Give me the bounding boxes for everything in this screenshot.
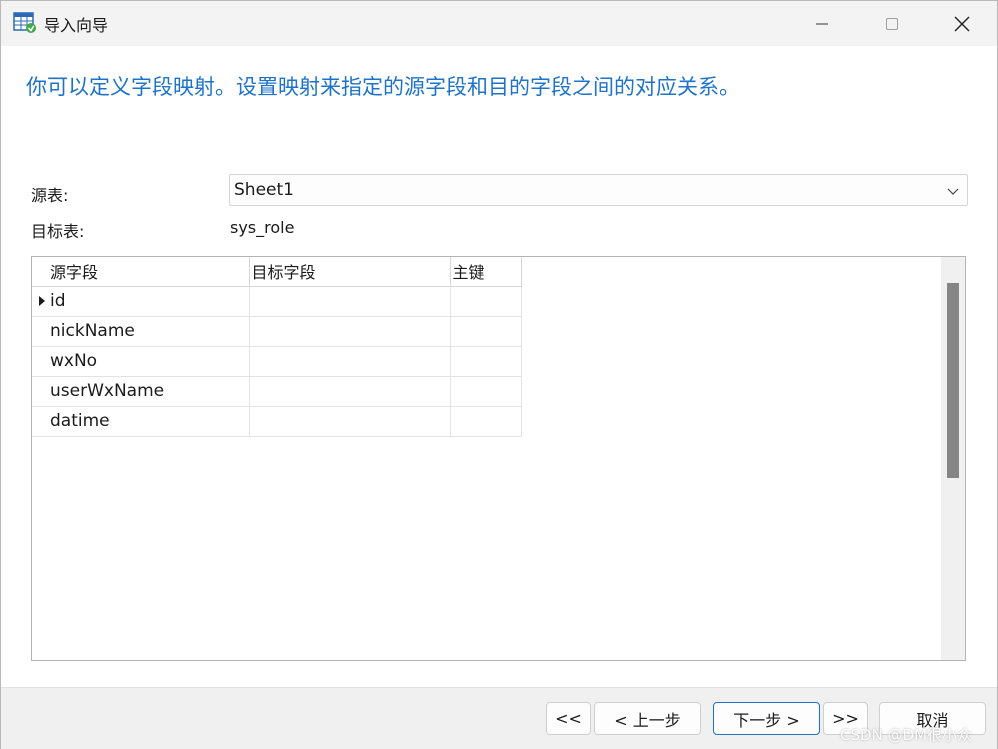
wizard-instruction: 你可以定义字段映射。设置映射来指定的源字段和目的字段之间的对应关系。	[26, 75, 740, 99]
vertical-scrollbar[interactable]	[941, 257, 965, 660]
column-header-primary-key[interactable]: 主键	[450, 257, 522, 287]
current-row-arrow-icon	[39, 296, 45, 306]
first-step-button[interactable]: <<	[546, 702, 591, 735]
maximize-icon	[886, 17, 898, 30]
row-indicator	[32, 286, 48, 317]
previous-step-button[interactable]: < 上一步	[594, 702, 701, 735]
source-table-label: 源表:	[31, 186, 69, 205]
scrollbar-thumb[interactable]	[947, 283, 959, 478]
row-indicator	[32, 406, 48, 437]
row-indicator-header	[32, 257, 48, 287]
minimize-button[interactable]	[787, 1, 857, 46]
row-indicator	[32, 376, 48, 407]
table-row[interactable]: datime	[32, 406, 522, 437]
table-row[interactable]: nickName	[32, 316, 522, 347]
primary-key-cell[interactable]	[450, 316, 522, 347]
target-field-cell[interactable]	[249, 316, 451, 347]
primary-key-cell[interactable]	[450, 406, 522, 437]
window-title: 导入向导	[44, 16, 109, 35]
target-table-label: 目标表:	[31, 222, 85, 241]
title-bar[interactable]: 导入向导	[1, 1, 997, 46]
source-table-value: Sheet1	[234, 180, 294, 200]
mapping-table: 源字段 目标字段 主键 id nickName wxNo userWxName …	[32, 257, 522, 437]
table-row[interactable]: wxNo	[32, 346, 522, 377]
source-table-select[interactable]: Sheet1	[229, 174, 968, 206]
maximize-button[interactable]	[857, 1, 927, 46]
minimize-icon	[816, 23, 828, 24]
chevron-down-icon	[947, 188, 959, 195]
import-wizard-window: 导入向导 你可以定义字段映射。设置映射来指定的源字段和目的字段之间的对应关系。 …	[0, 0, 998, 749]
close-icon	[954, 16, 970, 31]
target-field-cell[interactable]	[249, 406, 451, 437]
table-row[interactable]: userWxName	[32, 376, 522, 407]
row-indicator	[32, 346, 48, 377]
source-field-cell[interactable]: nickName	[48, 316, 250, 347]
close-button[interactable]	[927, 1, 997, 46]
primary-key-cell[interactable]	[450, 346, 522, 377]
source-field-cell[interactable]: userWxName	[48, 376, 250, 407]
target-field-cell[interactable]	[249, 286, 451, 317]
target-table-value: sys_role	[230, 218, 295, 237]
primary-key-cell[interactable]	[450, 376, 522, 407]
table-row[interactable]: id	[32, 286, 522, 317]
watermark-text: CSDN @DM很小众	[840, 726, 973, 744]
primary-key-cell[interactable]	[450, 286, 522, 317]
field-mapping-grid[interactable]: 源字段 目标字段 主键 id nickName wxNo userWxName …	[31, 256, 966, 661]
source-field-cell[interactable]: datime	[48, 406, 250, 437]
target-field-cell[interactable]	[249, 346, 451, 377]
table-import-icon	[13, 12, 36, 33]
source-field-cell[interactable]: id	[48, 286, 250, 317]
grid-header-row: 源字段 目标字段 主键	[32, 257, 522, 287]
next-step-button[interactable]: 下一步 >	[713, 702, 820, 735]
column-header-target[interactable]: 目标字段	[249, 257, 451, 287]
source-field-cell[interactable]: wxNo	[48, 346, 250, 377]
row-indicator	[32, 316, 48, 347]
column-header-source[interactable]: 源字段	[48, 257, 250, 287]
target-field-cell[interactable]	[249, 376, 451, 407]
